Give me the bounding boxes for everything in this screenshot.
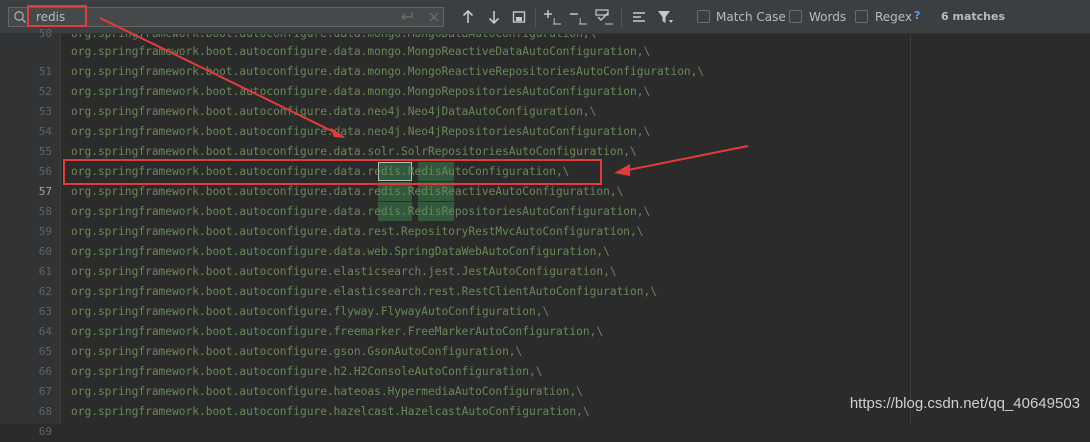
line-number: 51 bbox=[38, 65, 52, 78]
add-selection-icon[interactable]: I bbox=[543, 8, 563, 26]
line-number-gutter: 50 51 52 53 54 55 56 57 58 59 60 61 62 6… bbox=[0, 27, 61, 438]
code-line[interactable]: org.springframework.boot.autoconfigure.d… bbox=[71, 102, 596, 122]
svg-text:I: I bbox=[579, 17, 581, 26]
words-label[interactable]: Words bbox=[809, 10, 846, 24]
toolbar-separator bbox=[621, 7, 622, 27]
line-number: 67 bbox=[38, 385, 52, 398]
line-number: 68 bbox=[38, 405, 52, 418]
words-checkbox[interactable] bbox=[789, 10, 802, 23]
code-line[interactable]: org.springframework.boot.autoconfigure.e… bbox=[71, 262, 617, 282]
next-occurrence-icon[interactable] bbox=[487, 8, 501, 26]
line-number: 69 bbox=[38, 425, 52, 438]
code-line[interactable]: org.springframework.boot.autoconfigure.h… bbox=[71, 362, 542, 382]
code-line[interactable]: org.springframework.boot.autoconfigure.d… bbox=[71, 122, 650, 142]
regex-help-icon[interactable]: ? bbox=[914, 9, 920, 22]
multiline-icon[interactable] bbox=[631, 8, 647, 26]
filter-icon[interactable] bbox=[656, 8, 674, 26]
match-case-checkbox[interactable] bbox=[697, 10, 710, 23]
filter-search-results-icon[interactable] bbox=[512, 8, 526, 26]
line-number: 53 bbox=[38, 105, 52, 118]
code-line[interactable]: org.springframework.boot.autoconfigure.d… bbox=[71, 242, 610, 262]
code-line[interactable]: org.springframework.boot.autoconfigure.h… bbox=[71, 382, 583, 402]
match-count: 6 matches bbox=[941, 10, 1005, 23]
line-number: 59 bbox=[38, 225, 52, 238]
remove-selection-icon[interactable]: I bbox=[569, 8, 589, 26]
current-line-number: 57 bbox=[38, 185, 52, 198]
code-line[interactable]: org.springframework.boot.autoconfigure.e… bbox=[71, 282, 657, 302]
code-line[interactable]: org.springframework.boot.autoconfigure.d… bbox=[71, 222, 644, 242]
line-number: 60 bbox=[38, 245, 52, 258]
code-line[interactable]: org.springframework.boot.autoconfigure.d… bbox=[71, 182, 623, 202]
highlighted-line-box bbox=[63, 159, 602, 185]
match-case-label[interactable]: Match Case bbox=[716, 10, 786, 24]
search-icon[interactable] bbox=[13, 10, 27, 24]
clear-icon[interactable] bbox=[427, 10, 441, 24]
code-line[interactable]: org.springframework.boot.autoconfigure.d… bbox=[71, 202, 650, 222]
code-line[interactable]: org.springframework.boot.autoconfigure.f… bbox=[71, 322, 603, 342]
select-all-occurrences-icon[interactable] bbox=[595, 8, 615, 26]
toolbar-separator bbox=[535, 7, 536, 27]
code-editor[interactable]: org.springframework.boot.autoconfigure.d… bbox=[61, 34, 1090, 424]
line-number: 56 bbox=[38, 165, 52, 178]
line-number: 52 bbox=[38, 85, 52, 98]
code-line[interactable]: org.springframework.boot.autoconfigure.d… bbox=[71, 42, 650, 62]
code-line[interactable]: org.springframework.boot.autoconfigure.h… bbox=[71, 402, 590, 422]
newline-icon[interactable] bbox=[399, 11, 415, 23]
line-number: 50 bbox=[38, 27, 52, 40]
line-number: 62 bbox=[38, 285, 52, 298]
code-line[interactable]: org.springframework.boot.autoconfigure.g… bbox=[71, 342, 522, 362]
watermark: https://blog.csdn.net/qq_40649503 bbox=[849, 395, 1080, 412]
line-number: 66 bbox=[38, 365, 52, 378]
regex-label[interactable]: Regex bbox=[875, 10, 912, 24]
find-toolbar: redis I I Match Case Words Regex ? 6 mat… bbox=[0, 0, 1090, 34]
code-line[interactable]: org.springframework.boot.autoconfigure.d… bbox=[71, 82, 650, 102]
line-number: 58 bbox=[38, 205, 52, 218]
code-line[interactable]: org.springframework.boot.autoconfigure.f… bbox=[71, 302, 549, 322]
prev-occurrence-icon[interactable] bbox=[461, 8, 475, 26]
code-line[interactable]: org.springframework.boot.autoconfigure.d… bbox=[71, 62, 704, 82]
regex-checkbox[interactable] bbox=[855, 10, 868, 23]
right-margin-guide bbox=[910, 34, 911, 424]
line-number: 61 bbox=[38, 265, 52, 278]
line-number: 65 bbox=[38, 345, 52, 358]
line-number: 63 bbox=[38, 305, 52, 318]
line-number: 54 bbox=[38, 125, 52, 138]
line-number: 55 bbox=[38, 145, 52, 158]
line-number: 64 bbox=[38, 325, 52, 338]
svg-text:I: I bbox=[553, 17, 555, 26]
